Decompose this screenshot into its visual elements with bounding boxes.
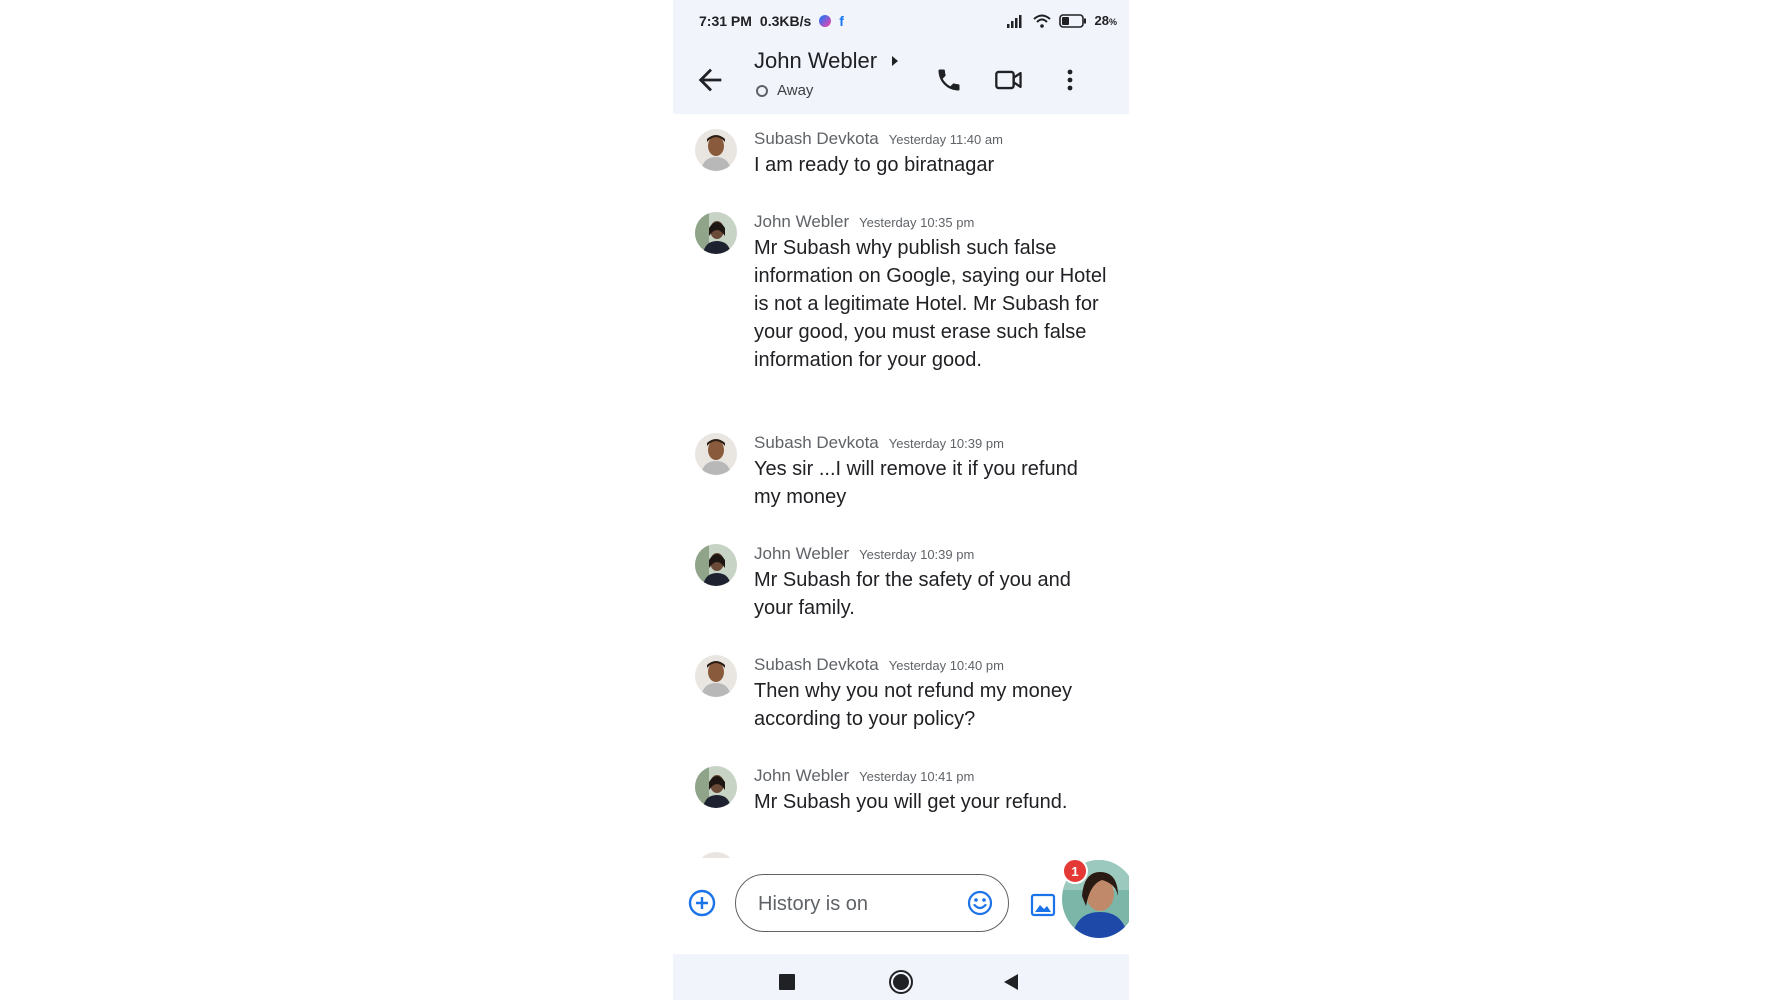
video-icon [995,70,1022,90]
message-input[interactable] [756,887,960,921]
status-time: 7:31 PM [699,13,752,29]
back-triangle-icon [1004,974,1018,990]
message-text: I am ready to go biratnagar [754,154,995,176]
image-button[interactable] [1030,892,1056,918]
chat-header: John Webler Away [673,46,1129,114]
image-icon [1030,893,1056,917]
back-arrow-icon [698,68,722,92]
add-circle-icon [688,889,716,917]
recents-button[interactable] [773,968,801,996]
message-time: Yesterday 10:39 pm [888,436,1004,451]
sender-name: Subash Devkota [754,655,879,674]
message-time: Yesterday 10:41 pm [859,769,975,784]
message-time: Yesterday 10:39 pm [859,547,975,562]
message-time: Yesterday 10:40 pm [888,658,1004,673]
message-header: John Webler Yesterday 10:41 pm [754,766,974,786]
video-call-button[interactable] [991,62,1027,98]
avatar-john[interactable] [695,212,737,254]
compose-bar: 1 [673,858,1129,954]
sender-name: Subash Devkota [754,433,879,452]
message-time: Yesterday 11:40 am [888,132,1003,147]
recents-square-icon [779,974,795,990]
phone-icon [938,69,960,91]
message-text: Yes sir ...I will remove it if you refun… [754,458,1078,508]
message-header: Subash Devkota Yesterday 10:39 pm [754,433,1004,453]
status-speed: 0.3KB/s [759,13,812,29]
emoji-icon [967,890,993,916]
message-header: Subash Devkota Yesterday 11:40 am [754,129,1003,149]
wifi-icon [1032,14,1051,28]
sender-name: Subash Devkota [754,129,879,148]
messenger-icon [819,15,832,27]
home-circle-icon [889,970,913,994]
message-header: John Webler Yesterday 10:39 pm [754,544,974,564]
notification-badge: 1 [1062,858,1088,884]
status-left: 7:31 PM 0.3KB/s f [699,13,844,29]
message-text: Mr Subash you will get your refund. [754,791,1068,813]
message-text: Mr Subash for the safety of you and your… [754,569,1071,619]
sender-name: John Webler [754,544,850,563]
message-list[interactable]: Subash Devkota Yesterday 11:40 am I am r… [673,114,1129,858]
message-text: Then why you not refund my money accordi… [754,680,1072,730]
avatar-subash[interactable] [695,433,737,475]
presence-label: Away [777,82,814,99]
message-header: John Webler Yesterday 10:35 pm [754,212,974,232]
add-attachment-button[interactable] [687,888,717,918]
facebook-icon: f [839,13,844,29]
expand-arrow-icon [892,56,898,66]
message-input-container[interactable] [735,874,1009,932]
contact-name: John Webler [754,48,878,73]
avatar-subash[interactable] [695,655,737,697]
avatar-john[interactable] [695,544,737,586]
sender-name: John Webler [754,766,850,785]
signal-icon [1006,14,1022,28]
more-vert-icon [1067,69,1073,91]
message-time: Yesterday 10:35 pm [859,215,975,230]
sender-name: John Webler [754,212,850,231]
status-right: 28% [1006,13,1117,28]
system-nav-bar [673,954,1129,1000]
back-nav-button[interactable] [997,968,1025,996]
emoji-button[interactable] [966,889,994,917]
message-text: Mr Subash why publish such false informa… [754,237,1107,371]
call-button[interactable] [931,62,967,98]
status-bar: 7:31 PM 0.3KB/s f 28% [673,0,1129,46]
presence-status: Away [756,82,813,99]
away-status-icon [756,84,768,97]
home-button[interactable] [887,968,915,996]
phone-screen: 7:31 PM 0.3KB/s f 28% John Webler Away S… [673,0,1129,1000]
avatar-subash[interactable] [695,129,737,171]
back-button[interactable] [693,63,727,97]
more-options-button[interactable] [1052,62,1088,98]
avatar-john[interactable] [695,766,737,808]
battery-icon [1058,13,1086,28]
message-header: Subash Devkota Yesterday 10:40 pm [754,655,1004,675]
battery-level: 28% [1094,13,1117,28]
